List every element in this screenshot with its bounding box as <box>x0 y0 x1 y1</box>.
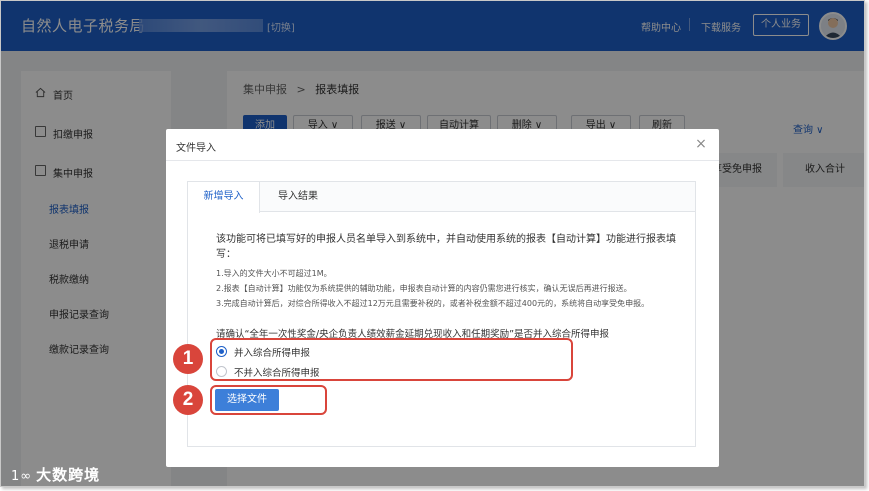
callout-badge-1: 1 <box>173 344 203 374</box>
callout-badge-2: 2 <box>173 385 203 415</box>
watermark-text: 大数跨境 <box>36 466 101 484</box>
watermark-logo-icon: 1∞ <box>11 469 33 484</box>
note-3: 3.完成自动计算后，对综合所得收入不超过12万元且需要补税的，或者补税金额不超过… <box>216 299 650 308</box>
note-2: 2.报表【自动计算】功能仅为系统提供的辅助功能，申报表自动计算的内容仍需您进行核… <box>216 284 632 293</box>
import-description: 该功能可将已填写好的申报人员名单导入到系统中，并自动使用系统的报表【自动计算】功… <box>216 234 676 260</box>
dialog-header: 文件导入 × <box>166 129 719 161</box>
highlight-box-choose-file <box>210 385 327 415</box>
highlight-box-options <box>210 338 573 381</box>
file-import-dialog: 文件导入 × 新增导入 导入结果 该功能可将已填写好的申报人员名单导入到系统中，… <box>166 129 719 467</box>
watermark: 1∞ 大数跨境 <box>11 464 100 485</box>
app-window: 自然人电子税务局 [切换] 帮助中心 下载服务 个人业务 首页 扣缴申报 集中申… <box>0 0 865 487</box>
close-icon[interactable]: × <box>694 137 708 151</box>
tab-new-import[interactable]: 新增导入 <box>188 182 260 213</box>
note-1: 1.导入的文件大小不可超过1M。 <box>216 269 332 278</box>
tab-import-result[interactable]: 导入结果 <box>262 182 334 212</box>
tab-bar: 新增导入 导入结果 <box>188 182 695 213</box>
dialog-title: 文件导入 <box>176 143 216 154</box>
